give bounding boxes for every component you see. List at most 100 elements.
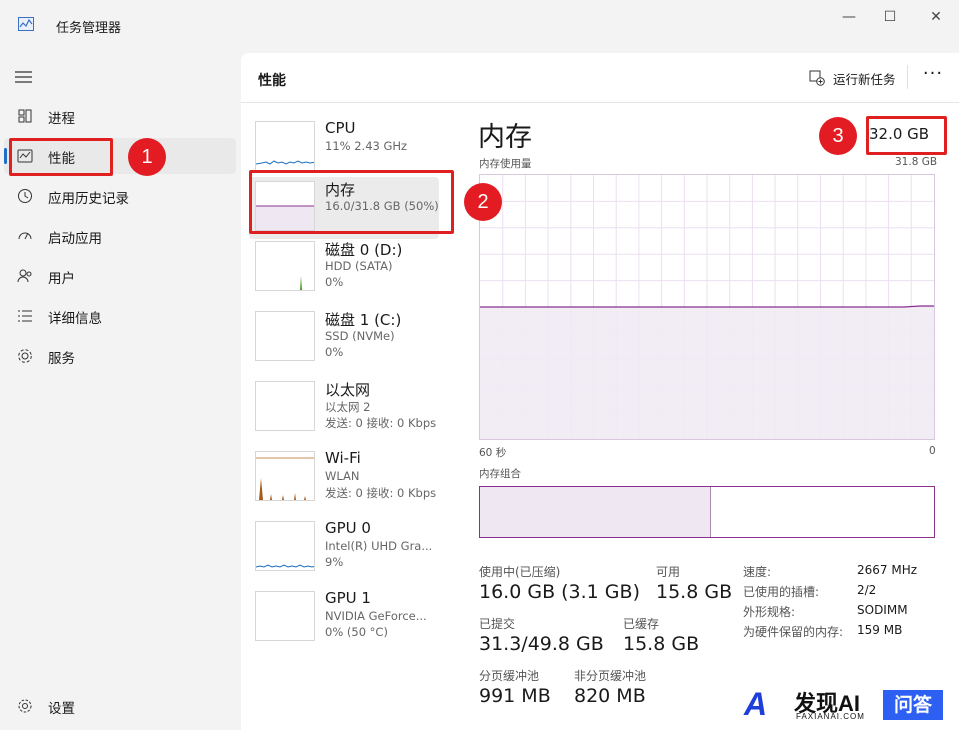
users-icon [17,269,32,283]
processes-icon [18,109,32,123]
slots-label: 已使用的插槽: [743,585,820,599]
sidebar-item-users[interactable]: 用户 [4,258,236,294]
device-detail: WLAN [325,469,360,483]
usage-graph-max: 31.8 GB [895,156,938,168]
paged-pool-value: 991 MB [479,685,551,707]
task-manager-app-icon [18,17,34,31]
cached-label: 已缓存 [623,617,660,631]
device-disk-1[interactable]: 磁盘 1 (C:) SSD (NVMe) 0% [249,307,439,369]
device-gpu-1[interactable]: GPU 1 NVIDIA GeForce... 0% (50 °C) [249,587,439,649]
sidebar-item-services[interactable]: 服务 [4,338,236,374]
gpu1-thumbnail [255,591,315,641]
annotation-badge-3: 3 [819,117,857,155]
device-usage: 0% [325,275,344,289]
device-wifi[interactable]: Wi-Fi WLAN 发送: 0 接收: 0 Kbps [249,447,439,509]
maximize-button[interactable]: ☐ [879,6,901,28]
device-name: GPU 0 [325,519,371,537]
hardware-reserved-value: 159 MB [857,623,903,637]
graph-time-left: 60 秒 [479,447,507,459]
cached-value: 15.8 GB [623,633,700,655]
speed-label: 速度: [743,565,772,579]
wifi-thumbnail [255,451,315,501]
panel-header: 性能 运行新任务 ··· [241,53,959,103]
device-usage: 0% [325,345,344,359]
details-icon [18,310,32,322]
device-detail: NVIDIA GeForce... [325,609,427,623]
form-factor-value: SODIMM [857,603,908,617]
speed-value: 2667 MHz [857,563,918,577]
device-usage: 发送: 0 接收: 0 Kbps [325,486,437,500]
slots-value: 2/2 [857,583,877,597]
composition-in-use-segment [480,487,711,537]
device-name: 以太网 [325,381,371,399]
nonpaged-pool-value: 820 MB [574,685,646,707]
run-task-icon [809,70,825,86]
gpu0-thumbnail [255,521,315,571]
sidebar-item-startup-apps[interactable]: 启动应用 [4,218,236,254]
in-use-label: 使用中(已压缩) [479,565,561,579]
annotation-badge-1: 1 [128,138,166,176]
window-title: 任务管理器 [56,21,122,36]
device-usage: 0% (50 °C) [325,625,388,639]
services-icon [18,349,32,363]
sidebar-item-settings[interactable]: 设置 [4,688,236,724]
settings-label: 设置 [48,701,75,717]
header-divider [907,65,908,89]
available-value: 15.8 GB [656,581,733,603]
committed-value: 31.3/49.8 GB [479,633,604,655]
hardware-reserved-label: 为硬件保留的内存: [743,625,844,639]
paged-pool-label: 分页缓冲池 [479,669,540,683]
usage-area [480,307,934,439]
device-detail: Intel(R) UHD Gra... [325,539,433,553]
more-options-button[interactable]: ··· [921,63,945,87]
memory-usage-graph [479,174,935,440]
watermark-logo: A 发现AI FAXIANAI.COM 问答 [728,682,959,730]
run-new-task-label: 运行新任务 [833,72,896,87]
page-title: 性能 [258,73,286,89]
nonpaged-pool-label: 非分页缓冲池 [574,669,647,683]
close-button[interactable]: ✕ [925,6,947,28]
device-disk-0[interactable]: 磁盘 0 (D:) HDD (SATA) 0% [249,237,439,299]
active-indicator [4,148,7,164]
device-name: 磁盘 1 (C:) [325,311,402,329]
sidebar-item-label: 进程 [48,111,75,127]
device-detail: SSD (NVMe) [325,329,395,343]
ethernet-thumbnail [255,381,315,431]
watermark-url: FAXIANAI.COM [796,712,865,721]
device-detail: HDD (SATA) [325,259,393,273]
sidebar-item-app-history[interactable]: 应用历史记录 [4,178,236,214]
disk1-thumbnail [255,311,315,361]
cpu-thumbnail [255,121,315,171]
annotation-badge-2: 2 [464,183,502,221]
sidebar-item-processes[interactable]: 进程 [4,98,236,134]
sidebar-item-label: 用户 [48,271,75,287]
device-name: 磁盘 0 (D:) [325,241,403,259]
device-detail: 以太网 2 [325,400,371,414]
watermark-tag: 问答 [883,690,943,720]
memory-usage-chart [480,175,934,439]
in-use-value: 16.0 GB (3.1 GB) [479,581,640,603]
annotation-box-performance [9,138,113,176]
device-ethernet[interactable]: 以太网 以太网 2 发送: 0 接收: 0 Kbps [249,377,439,439]
device-name: CPU [325,119,356,137]
watermark-ai-mark: A [744,686,768,722]
sidebar-item-label: 应用历史记录 [48,191,129,207]
minimize-button[interactable]: — [838,6,860,28]
composition-label: 内存组合 [479,468,521,480]
device-gpu-0[interactable]: GPU 0 Intel(R) UHD Gra... 9% [249,517,439,579]
available-label: 可用 [656,565,681,579]
sidebar-item-label: 启动应用 [48,231,102,247]
form-factor-label: 外形规格: [743,605,796,619]
sidebar-item-details[interactable]: 详细信息 [4,298,236,334]
graph-time-right: 0 [929,445,936,457]
startup-icon [18,232,32,240]
sidebar-item-label: 服务 [48,351,75,367]
committed-label: 已提交 [479,617,516,631]
disk0-thumbnail [255,241,315,291]
usage-graph-label: 内存使用量 [479,158,532,170]
hamburger-menu-icon[interactable] [15,70,33,84]
title-bar: 任务管理器 — ☐ ✕ [0,0,959,50]
performance-panel: 性能 运行新任务 ··· CPU 11% 2.43 GHz 内存 16.0/31… [241,53,959,730]
memory-composition-bar [479,486,935,538]
detail-title: 内存 [478,122,532,153]
